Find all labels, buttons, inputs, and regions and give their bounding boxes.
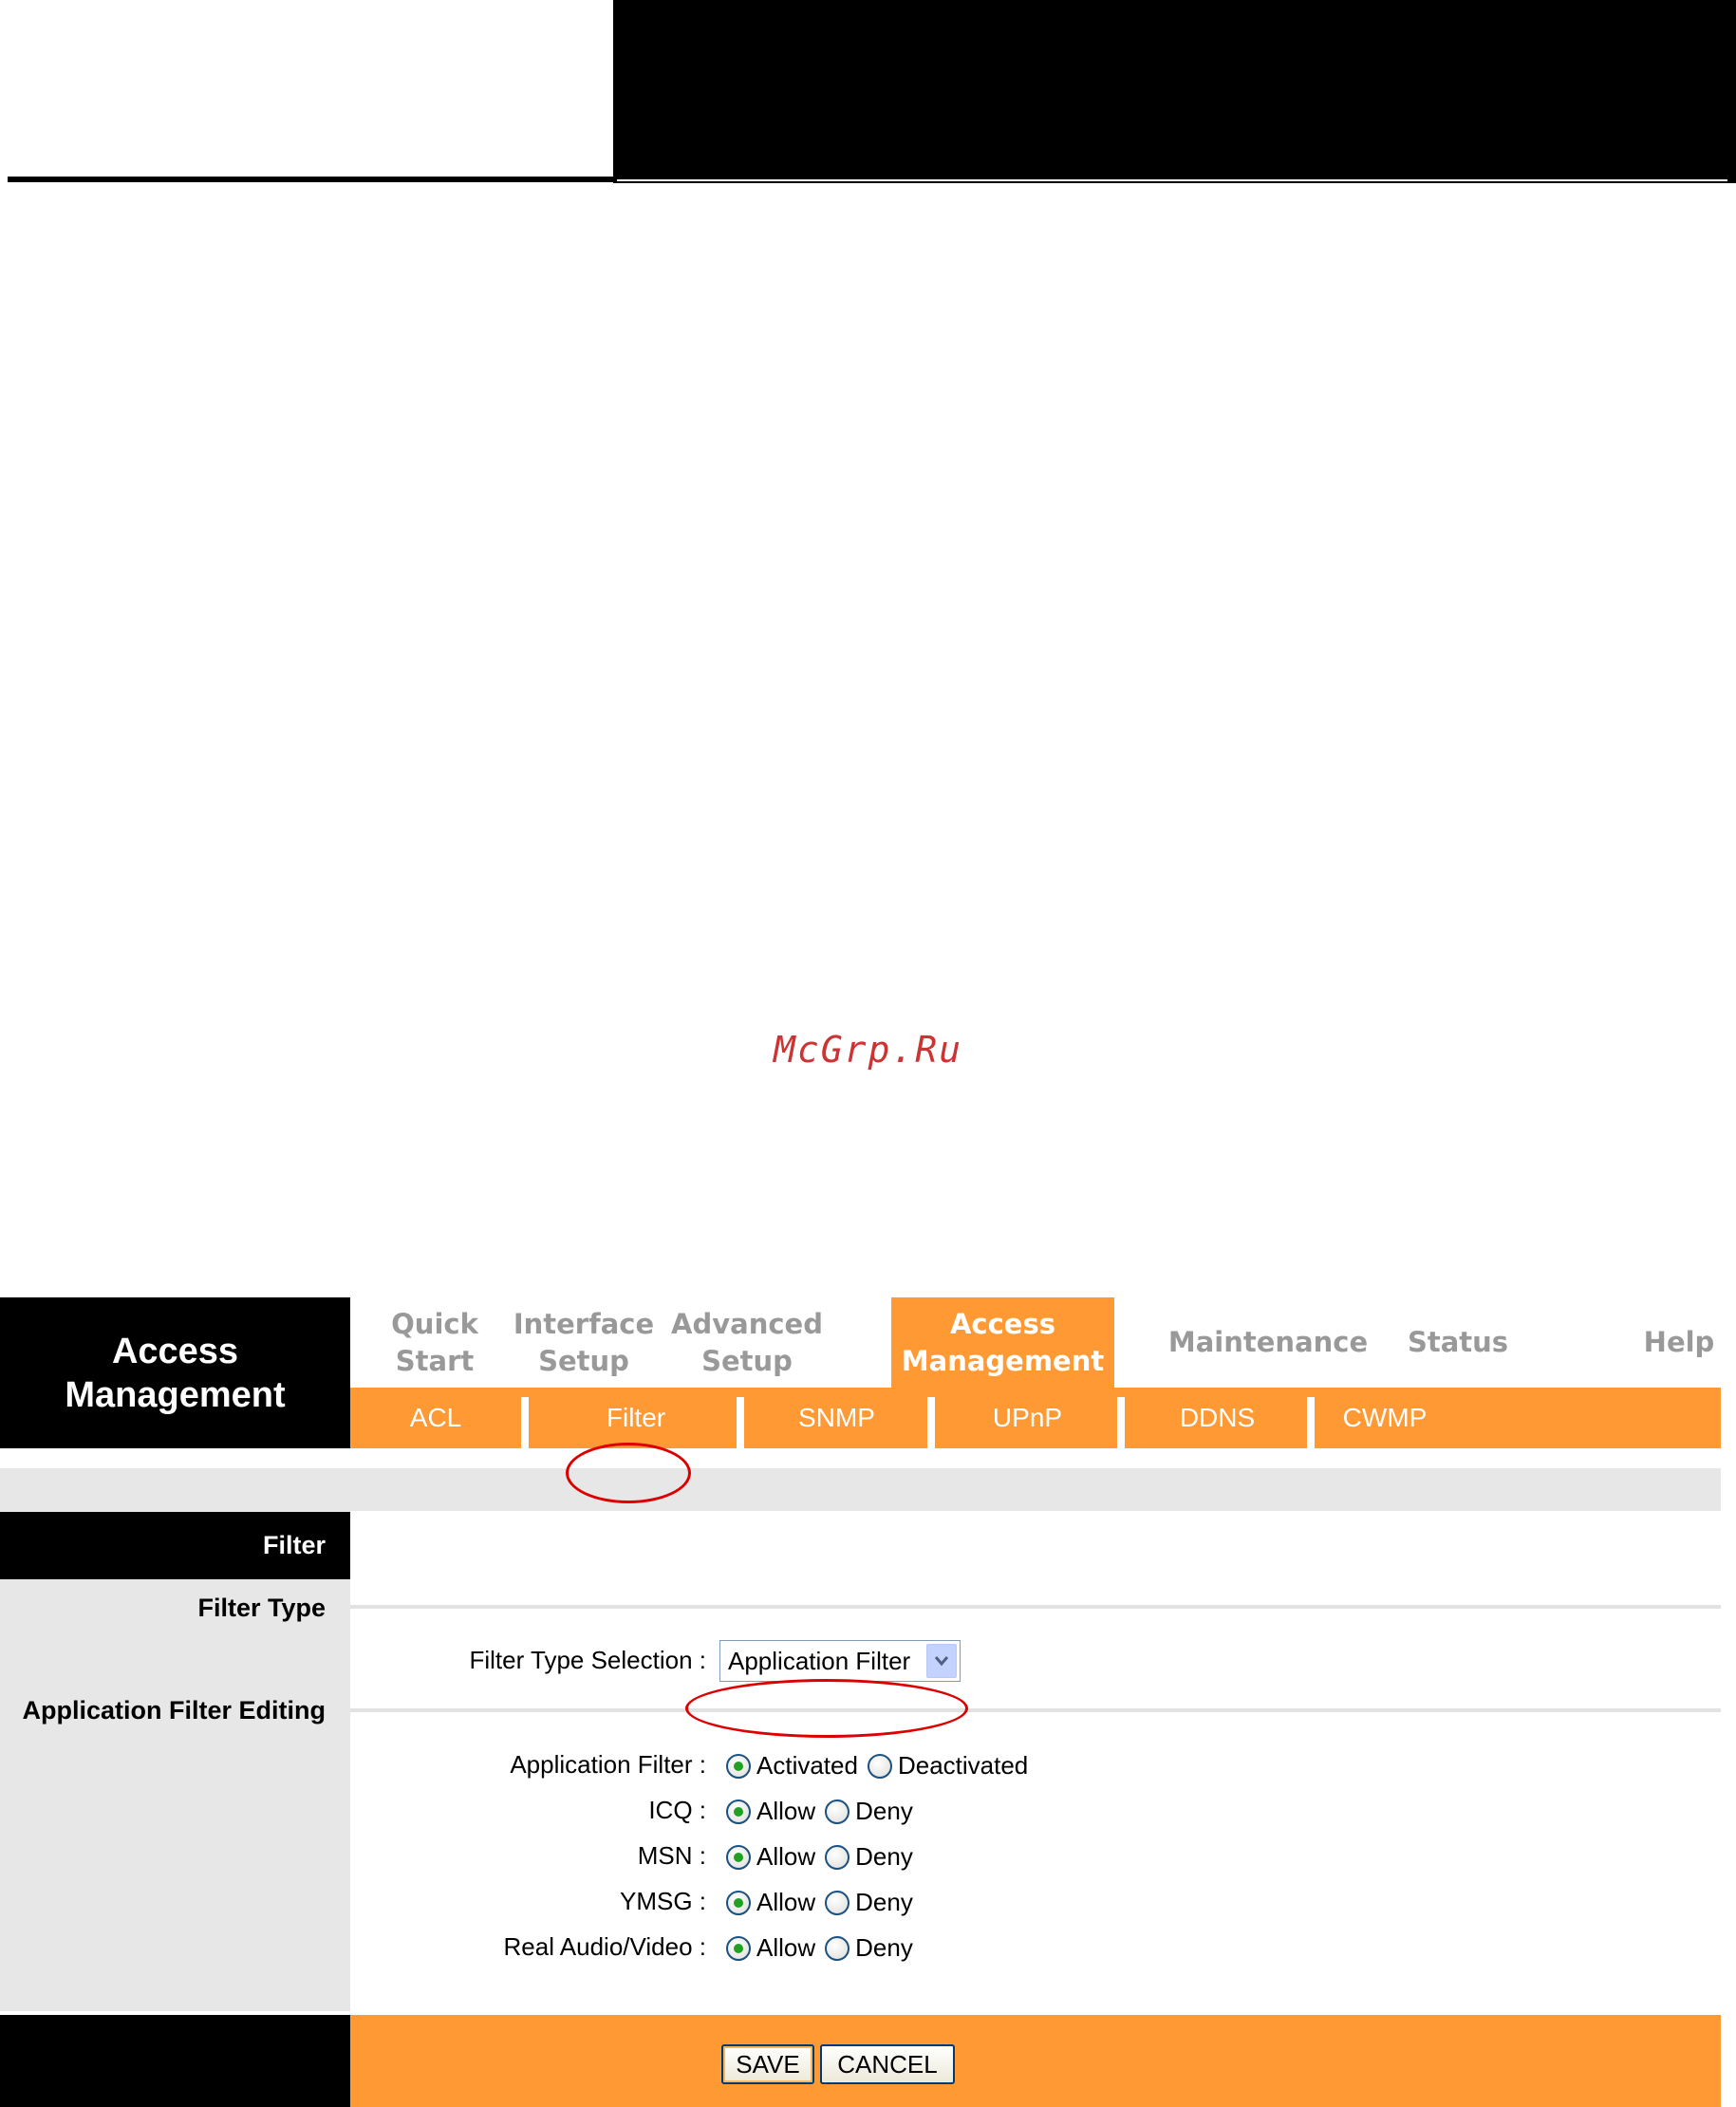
radio-icq-deny[interactable] — [825, 1799, 850, 1824]
subnav-separator — [737, 1397, 744, 1448]
header-rule-highlight — [617, 179, 1727, 181]
radio-real-allow[interactable] — [726, 1935, 751, 1961]
subnav-separator — [1307, 1397, 1315, 1448]
cancel-button[interactable]: CANCEL — [820, 2044, 955, 2084]
header-rule — [8, 177, 615, 182]
chevron-down-icon[interactable] — [926, 1644, 957, 1678]
application-filter-editing-heading: Application Filter Editing — [22, 1696, 327, 1725]
divider — [350, 1708, 1721, 1712]
filter-type-heading: Filter Type — [197, 1594, 326, 1622]
radio-label: Allow — [756, 1888, 816, 1916]
radio-ymsg-deny[interactable] — [825, 1890, 850, 1915]
radio-label: Allow — [756, 1842, 816, 1871]
radio-label: Deny — [855, 1842, 913, 1871]
annotation-circle-filter-type — [685, 1679, 968, 1738]
radio-label: Allow — [756, 1933, 816, 1962]
subnav-upnp[interactable]: UPnP — [935, 1388, 1120, 1448]
msn-radio-group: Allow Deny — [726, 1842, 923, 1872]
subnav-cwmp[interactable]: CWMP — [1315, 1388, 1455, 1448]
nav-quick-start[interactable]: Quick Start — [373, 1297, 496, 1388]
main-nav: Quick Start Interface Setup Advanced Set… — [350, 1297, 1721, 1388]
subnav-separator — [1117, 1397, 1125, 1448]
application-filter-label: Application Filter : — [510, 1750, 706, 1779]
ymsg-radio-group: Allow Deny — [726, 1888, 923, 1917]
real-audio-video-label: Real Audio/Video : — [503, 1932, 706, 1961]
icq-label: ICQ : — [648, 1796, 706, 1824]
router-ui-screenshot: Access Management Quick Start Interface … — [0, 1297, 1721, 2107]
nav-interface-setup[interactable]: Interface Setup — [508, 1297, 660, 1388]
subnav-snmp[interactable]: SNMP — [744, 1388, 929, 1448]
radio-msn-allow[interactable] — [726, 1844, 751, 1870]
subnav-separator — [521, 1397, 529, 1448]
section-header: Filter — [0, 1512, 350, 1579]
subnav-separator — [927, 1397, 935, 1448]
sub-nav: ACL Filter SNMP UPnP DDNS CWMP — [350, 1388, 1721, 1448]
divider — [350, 1605, 1721, 1609]
radio-label: Deactivated — [897, 1751, 1029, 1780]
application-filter-radio-group: Activated Deactivated — [726, 1751, 1037, 1781]
left-label-column — [0, 1511, 350, 2011]
filter-type-selection-label: Filter Type Selection : — [469, 1646, 706, 1674]
footer-bar — [350, 2015, 1721, 2107]
filter-type-value: Application Filter — [728, 1646, 911, 1675]
subnav-ddns[interactable]: DDNS — [1125, 1388, 1310, 1448]
annotation-circle-filter-tab — [566, 1443, 691, 1503]
watermark: McGrp.Ru — [773, 1029, 963, 1071]
radio-icq-allow[interactable] — [726, 1799, 751, 1824]
radio-label: Deny — [855, 1888, 913, 1916]
radio-msn-deny[interactable] — [825, 1844, 850, 1870]
subnav-acl[interactable]: ACL — [350, 1388, 521, 1448]
radio-ymsg-allow[interactable] — [726, 1890, 751, 1915]
radio-label: Deny — [855, 1933, 913, 1962]
radio-activated[interactable] — [726, 1753, 751, 1779]
nav-status[interactable]: Status — [1396, 1297, 1520, 1388]
filter-type-select[interactable]: Application Filter — [719, 1640, 961, 1682]
real-audio-video-radio-group: Allow Deny — [726, 1933, 923, 1963]
gray-strip — [0, 1468, 1721, 1511]
nav-access-management[interactable]: Access Management — [891, 1297, 1114, 1388]
subnav-filter[interactable]: Filter — [529, 1388, 743, 1448]
nav-maintenance[interactable]: Maintenance — [1168, 1297, 1368, 1388]
page-title: Access Management — [0, 1297, 350, 1448]
nav-help[interactable]: Help — [1637, 1297, 1721, 1388]
radio-real-deny[interactable] — [825, 1935, 850, 1961]
radio-deactivated[interactable] — [867, 1753, 892, 1779]
icq-radio-group: Allow Deny — [726, 1797, 923, 1826]
radio-label: Activated — [756, 1751, 858, 1780]
save-button[interactable]: SAVE — [721, 2044, 814, 2084]
msn-label: MSN : — [637, 1841, 706, 1870]
ymsg-label: YMSG : — [619, 1887, 706, 1915]
radio-label: Deny — [855, 1797, 913, 1825]
header-black-band — [613, 0, 1736, 183]
nav-advanced-setup[interactable]: Advanced Setup — [669, 1297, 825, 1388]
brand-title: Access Management — [65, 1331, 286, 1415]
footer-left-block — [0, 2015, 350, 2107]
radio-label: Allow — [756, 1797, 816, 1825]
